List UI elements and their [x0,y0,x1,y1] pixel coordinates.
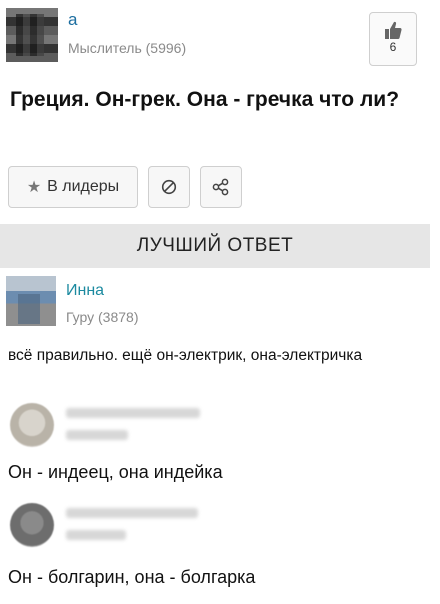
like-button[interactable]: 6 [369,12,417,66]
comment-author-blurred [66,408,200,418]
share-button[interactable] [200,166,242,208]
add-to-leaders-button[interactable]: ★ В лидеры [8,166,138,208]
answer-author-name[interactable]: Инна [66,282,104,300]
comment-rank-blurred [66,430,128,440]
like-count: 6 [389,40,397,54]
comment-text: Он - индеец, она индейка [8,462,223,482]
comment-text: Он - болгарин, она - болгарка [8,567,256,587]
answer-author-rank: Гуру (3878) [66,309,139,325]
share-icon [212,178,229,196]
question-author-rank: Мыслитель (5996) [68,40,187,56]
question-author-name[interactable]: а [68,10,77,30]
comment-rank-blurred [66,530,126,540]
question-author-avatar[interactable] [6,8,58,62]
block-icon [161,179,177,195]
comment-author-blurred [66,508,198,518]
question-title: Греция. Он-грек. Она - гречка что ли? [10,88,400,111]
thumbs-up-icon [385,21,402,39]
answer-author-avatar[interactable] [6,276,56,326]
star-icon: ★ [26,179,42,196]
add-to-leaders-label: В лидеры [47,178,120,195]
block-button[interactable] [148,166,190,208]
best-answer-text: всё правильно. ещё он-электрик, она-элек… [8,347,363,364]
comment-avatar[interactable] [10,503,54,547]
comment-avatar[interactable] [10,403,54,447]
best-answer-header: ЛУЧШИЙ ОТВЕТ [0,224,430,268]
